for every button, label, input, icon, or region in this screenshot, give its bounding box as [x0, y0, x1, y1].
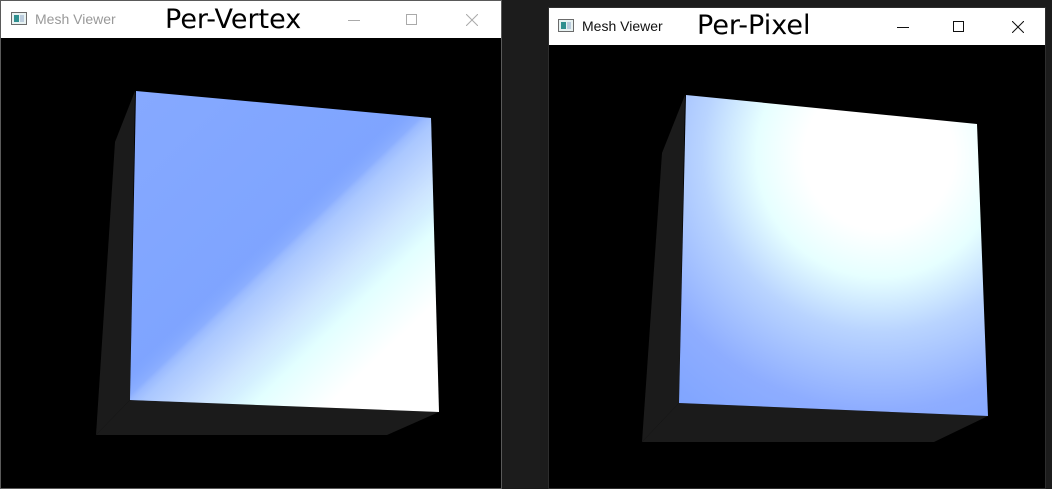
close-icon: [1012, 20, 1024, 33]
close-button[interactable]: [449, 1, 495, 38]
maximize-icon: [953, 20, 964, 32]
mesh-viewer-window-per-pixel[interactable]: Mesh Viewer Per-Pixel: [548, 7, 1046, 489]
render-viewport[interactable]: [549, 45, 1045, 488]
maximize-button[interactable]: [936, 8, 982, 45]
app-icon: [11, 12, 27, 25]
minimize-button[interactable]: [331, 1, 377, 38]
title-bar[interactable]: Mesh Viewer Per-Pixel: [549, 8, 1045, 45]
cube-front-face-sheen: [130, 91, 439, 412]
shading-caption: Per-Pixel: [697, 10, 811, 41]
maximize-icon: [406, 13, 417, 25]
maximize-button[interactable]: [389, 1, 435, 38]
window-title: Mesh Viewer: [35, 11, 116, 27]
mesh-viewer-window-per-vertex[interactable]: Mesh Viewer Per-Vertex: [0, 0, 502, 489]
cube-side-face: [96, 91, 135, 435]
cube-side-face: [642, 95, 685, 442]
minimize-icon: [897, 26, 909, 28]
shading-caption: Per-Vertex: [165, 4, 302, 35]
minimize-button[interactable]: [880, 8, 926, 45]
title-bar[interactable]: Mesh Viewer Per-Vertex: [1, 1, 501, 38]
window-title: Mesh Viewer: [582, 18, 663, 34]
cube-front-face: [679, 95, 988, 416]
desktop: Mesh Viewer Per-Vertex Mesh Viewer Per-P…: [0, 0, 1052, 489]
close-icon: [466, 13, 478, 26]
render-viewport[interactable]: [1, 38, 501, 488]
app-icon: [558, 19, 574, 32]
close-button[interactable]: [995, 8, 1041, 45]
cube-render-per-pixel: [642, 95, 988, 442]
minimize-icon: [348, 19, 360, 21]
cube-render-per-vertex: [96, 91, 439, 435]
